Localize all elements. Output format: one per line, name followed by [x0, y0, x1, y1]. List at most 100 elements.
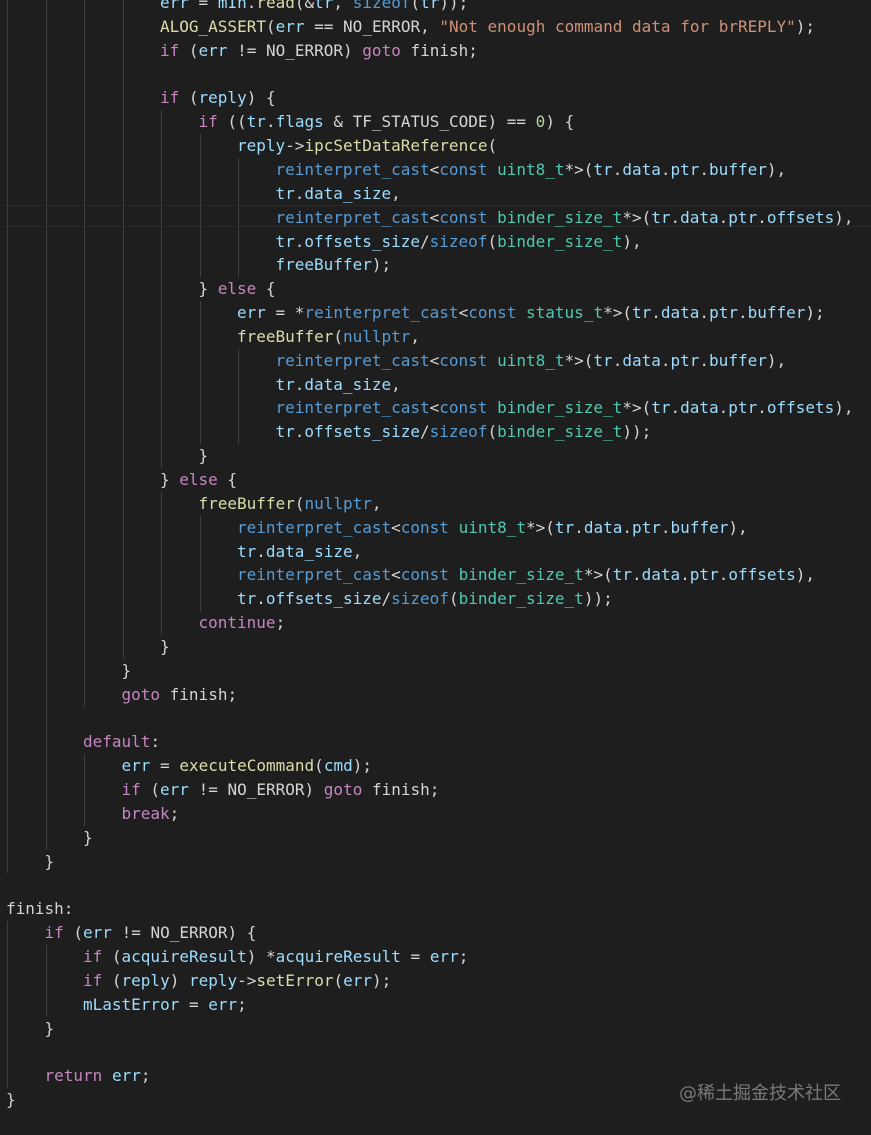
code-token: goto	[121, 684, 161, 704]
code-token: .	[718, 207, 729, 227]
code-line: continue;	[199, 611, 286, 635]
code-line: reinterpret_cast<const uint8_t*>(tr.data…	[276, 158, 787, 182]
code-token: tr	[631, 303, 652, 323]
code-token: }	[198, 446, 209, 466]
code-token: *>(	[564, 159, 594, 179]
code-line: mLastError = err;	[83, 993, 247, 1017]
code-line: if (err != NO_ERROR) {	[45, 921, 257, 945]
code-token: mIn	[217, 0, 247, 12]
code-token: *>(	[583, 565, 613, 585]
code-token: err	[160, 780, 189, 800]
code-token: uint8_t	[497, 159, 565, 179]
code-token: (	[333, 326, 343, 346]
code-token: (	[179, 40, 199, 60]
code-token: if	[198, 112, 218, 132]
code-token: 0	[535, 112, 546, 132]
code-token: *>(	[564, 350, 594, 370]
code-token: != NO_ERROR)	[227, 40, 363, 60]
code-token: binder_size_t	[497, 207, 623, 227]
code-line: ALOG_ASSERT(err == NO_ERROR, "Not enough…	[160, 15, 815, 39]
code-token: != NO_ERROR) {	[111, 923, 257, 943]
code-token: ptr	[670, 159, 700, 179]
code-token: err	[275, 16, 305, 36]
code-line: reinterpret_cast<const uint8_t*>(tr.data…	[237, 516, 748, 540]
code-token: finish;	[400, 40, 478, 60]
indent-guide	[161, 491, 162, 635]
code-token: status_t	[526, 303, 604, 323]
code-token: ) {	[545, 112, 575, 132]
code-token: :	[150, 732, 161, 752]
code-token: =	[400, 947, 430, 966]
code-token: tr	[593, 350, 613, 370]
code-token: .	[660, 159, 671, 179]
code-token: .	[718, 565, 729, 585]
code-token: ,	[371, 493, 382, 513]
code-line: err = mIn.read(&tr, sizeof(tr));	[160, 0, 468, 15]
code-token: binder_size_t	[458, 589, 584, 609]
code-token: ,	[352, 541, 363, 561]
code-token: ptr	[709, 303, 738, 323]
code-token: <	[429, 207, 440, 227]
code-token: offsets	[766, 207, 835, 227]
code-token: ) *	[246, 947, 276, 966]
code-line: break;	[122, 802, 180, 826]
code-token: const	[400, 565, 449, 585]
code-token: ),	[728, 517, 748, 537]
code-token: .	[612, 350, 623, 370]
code-token: =	[150, 756, 180, 776]
code-token: tr	[275, 183, 295, 203]
code-token: ptr	[728, 398, 758, 418]
code-line: }	[45, 1017, 55, 1041]
code-token: binder_size_t	[497, 398, 623, 418]
code-token: == NO_ERROR,	[304, 16, 440, 36]
code-line: tr.offsets_size/sizeof(binder_size_t));	[237, 587, 613, 611]
code-token: <	[429, 350, 440, 370]
code-token: tr	[420, 0, 440, 12]
code-line: }	[160, 635, 170, 659]
code-token: *>(	[603, 303, 632, 323]
code-token: }	[121, 660, 132, 680]
code-token: buffer	[709, 350, 767, 370]
code-token: .	[294, 422, 305, 442]
indent-guide	[122, 0, 124, 659]
code-token: if	[160, 40, 180, 60]
code-token: "Not enough command data for brREPLY"	[439, 16, 796, 36]
code-token: *>(	[622, 207, 652, 227]
code-token: .	[718, 398, 729, 418]
indent-guide	[238, 348, 239, 445]
code-token: <	[391, 565, 401, 585]
code-token: goto	[323, 780, 363, 800]
code-token: setError	[256, 970, 334, 990]
code-token: executeCommand	[179, 756, 315, 776]
code-line: finish:	[6, 897, 73, 921]
code-token: goto	[362, 40, 401, 60]
code-token: }	[83, 827, 93, 847]
code-token: sizeof	[429, 422, 488, 442]
code-editor[interactable]: err = mIn.read(&tr, sizeof(tr)); ALOG_ASS…	[0, 0, 871, 1135]
code-line: if (reply) {	[160, 86, 276, 110]
code-token: uint8_t	[458, 517, 527, 537]
code-token: acquireResult	[121, 947, 247, 966]
code-line: goto finish;	[122, 683, 238, 707]
code-token: data_size	[304, 374, 392, 394]
code-token: tr	[593, 159, 613, 179]
code-token: {	[217, 470, 238, 489]
code-token: .	[294, 374, 305, 394]
code-token: freeBuffer	[275, 255, 372, 275]
code-token: );	[352, 756, 372, 776]
code-token: data	[622, 159, 661, 179]
code-token: reinterpret_cast	[304, 303, 459, 323]
code-token: .	[256, 541, 266, 561]
code-token: <	[391, 517, 401, 537]
code-token: reply	[198, 88, 247, 108]
code-line: tr.offsets_size/sizeof(binder_size_t),	[276, 230, 642, 254]
code-token: reply	[121, 970, 170, 990]
code-token: tr	[554, 517, 575, 537]
code-token: (	[448, 589, 459, 609]
code-token: (	[487, 231, 498, 251]
code-token: .	[699, 159, 710, 179]
code-token: ),	[766, 350, 787, 370]
